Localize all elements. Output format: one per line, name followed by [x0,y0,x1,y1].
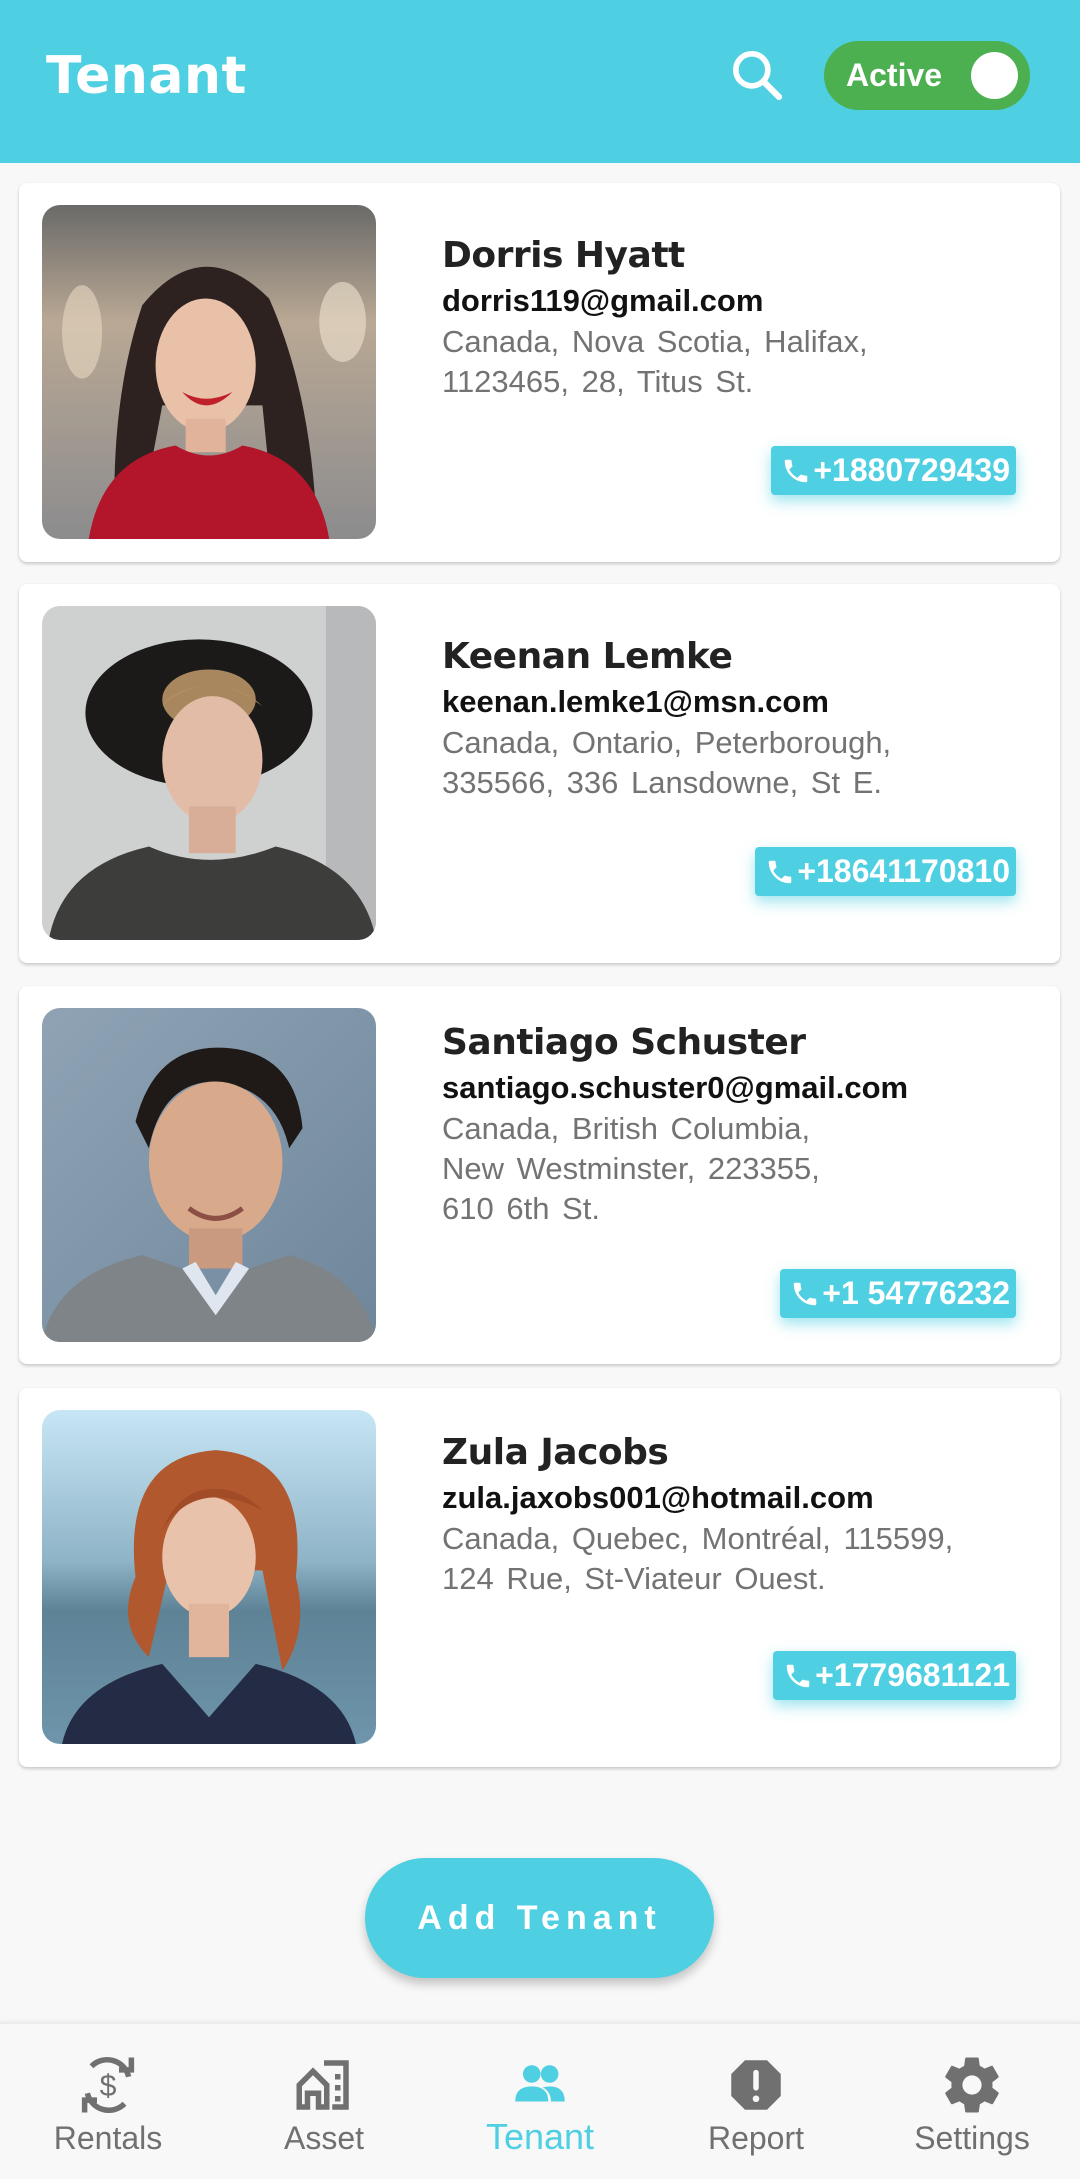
tenant-card[interactable]: Santiago Schuster santiago.schuster0@gma… [19,986,1060,1364]
nav-label: Rentals [53,2120,163,2156]
tenant-info: Dorris Hyatt dorris119@gmail.com Canada,… [442,233,1030,401]
home-building-icon [296,2060,349,2110]
tenant-card[interactable]: Dorris Hyatt dorris119@gmail.com Canada,… [19,183,1060,562]
tenant-email: santiago.schuster0@gmail.com [442,1070,909,1105]
nav-item-settings[interactable]: Settings [864,2024,1080,2179]
call-phone-button[interactable]: +1779681121 [773,1651,1016,1700]
phone-number: +1 54776232 [822,1275,1010,1311]
phone-icon [794,1282,817,1305]
app-bar: Tenant Active [0,0,1080,163]
tenant-address-line: 335566, 336 Lansdowne, St E. [442,765,882,800]
tenant-photo [42,606,376,940]
nav-label: Asset [283,2120,365,2156]
add-tenant-button[interactable]: Add Tenant [365,1858,714,1978]
tenant-name: Zula Jacobs [442,1432,669,1473]
tenant-address-line: Canada, British Columbia, [442,1111,811,1146]
call-phone-button[interactable]: +1 54776232 [780,1269,1016,1318]
phone-icon [769,860,792,883]
people-icon [515,2065,565,2102]
nav-label: Report [707,2120,805,2156]
svg-text:$: $ [100,2070,117,2103]
phone-icon [785,459,808,482]
active-status-toggle[interactable]: Active [824,41,1030,110]
tenant-email: dorris119@gmail.com [442,283,764,318]
phone-number: +1880729439 [813,452,1010,488]
toggle-label: Active [846,57,943,93]
tenant-name: Santiago Schuster [442,1022,806,1063]
currency-exchange-icon: $ [81,2056,135,2114]
tenant-email: zula.jaxobs001@hotmail.com [442,1480,874,1515]
gear-icon [945,2057,999,2113]
report-octagon-icon [731,2060,781,2110]
tenant-photo [42,1008,376,1342]
search-icon [732,50,783,101]
nav-label: Settings [914,2120,1030,2156]
toggle-knob [971,52,1018,99]
nav-item-rentals[interactable]: $ Rentals [0,2024,216,2179]
search-button[interactable] [726,44,788,106]
tenant-address-line: 1123465, 28, Titus St. [442,364,754,399]
tenant-address-line: 124 Rue, St-Viateur Ouest. [442,1561,826,1596]
tenant-address-line: New Westminster, 223355, [442,1151,820,1186]
call-phone-button[interactable]: +18641170810 [755,847,1016,896]
phone-icon [786,1664,810,1687]
tenant-name: Keenan Lemke [442,636,733,677]
phone-number: +18641170810 [797,853,1010,889]
tenant-photo [42,205,376,539]
tenant-name: Dorris Hyatt [442,235,685,276]
nav-item-asset[interactable]: Asset [216,2024,432,2179]
page-title: Tenant [46,46,247,106]
tenant-address-line: Canada, Nova Scotia, Halifax, [442,324,868,359]
tenant-address-line: 610 6th St. [442,1191,600,1226]
call-phone-button[interactable]: +1880729439 [771,446,1016,495]
phone-number: +1779681121 [815,1657,1010,1693]
tenant-address-line: Canada, Quebec, Montréal, 115599, [442,1521,954,1556]
tenant-info: Keenan Lemke keenan.lemke1@msn.com Canad… [442,634,1030,802]
tenant-photo [42,1410,376,1744]
nav-label: Tenant [485,2116,595,2157]
tenant-card[interactable]: Zula Jacobs zula.jaxobs001@hotmail.com C… [19,1388,1060,1767]
tenant-info: Santiago Schuster santiago.schuster0@gma… [442,1020,1030,1228]
tenant-email: keenan.lemke1@msn.com [442,684,829,719]
bottom-navigation: $ Rentals Asset Tenant Report Settings [0,2022,1080,2179]
nav-item-tenant[interactable]: Tenant [432,2024,648,2179]
tenant-info: Zula Jacobs zula.jaxobs001@hotmail.com C… [442,1430,1030,1598]
tenant-address-line: Canada, Ontario, Peterborough, [442,725,892,760]
tenant-card[interactable]: Keenan Lemke keenan.lemke1@msn.com Canad… [19,584,1060,963]
nav-item-report[interactable]: Report [648,2024,864,2179]
